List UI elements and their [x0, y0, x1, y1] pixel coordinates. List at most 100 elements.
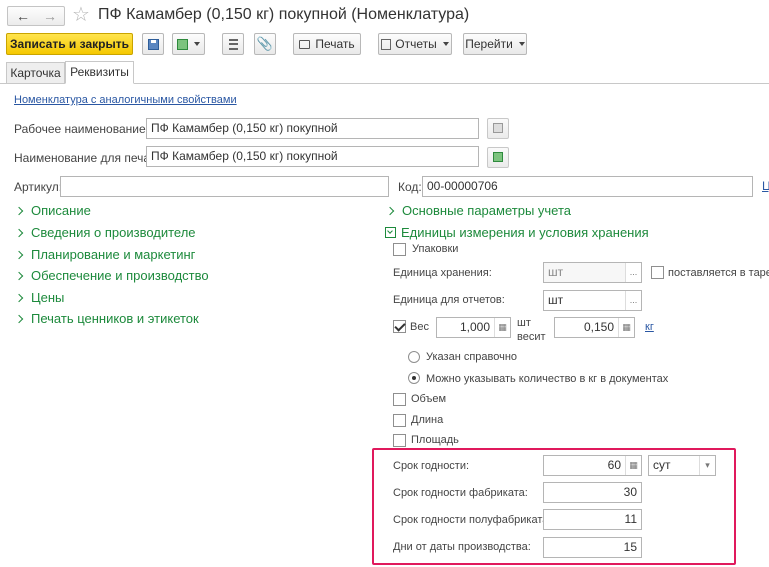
chevron-right-icon [385, 206, 395, 215]
create-based-on-button[interactable] [172, 33, 205, 55]
group-price-tags[interactable]: Печать ценников и этикеток [14, 311, 199, 326]
print-name-field[interactable]: ПФ Камамбер (0,150 кг) покупной [146, 146, 479, 167]
factory-shelf-life-field[interactable]: 30 [543, 482, 642, 503]
radio-reference-label: Указан справочно [426, 351, 518, 363]
report-unit-field[interactable]: шт ... [543, 290, 642, 311]
printer-icon [299, 39, 311, 49]
work-name-copy-button[interactable] [487, 118, 509, 139]
storage-unit-label: Единица хранения: [393, 267, 492, 279]
tab-requisites-label: Реквизиты [70, 65, 129, 79]
floppy-icon [147, 38, 159, 50]
area-checkbox[interactable] [393, 434, 406, 447]
group-description[interactable]: Описание [14, 203, 91, 218]
goto-button[interactable]: Перейти [463, 33, 527, 55]
group-main-params-label: Основные параметры учета [402, 203, 572, 218]
group-planning[interactable]: Планирование и маркетинг [14, 247, 195, 262]
shelf-life-field[interactable]: 60 ▦ [543, 455, 642, 476]
back-arrow-icon[interactable]: ← [11, 8, 35, 24]
back-forward-group: ← → [7, 6, 65, 26]
code-field[interactable]: 00-00000706 [422, 176, 753, 197]
chevron-right-icon [14, 228, 24, 237]
group-units-storage-label: Единицы измерения и условия хранения [401, 225, 649, 240]
save-button[interactable] [142, 33, 164, 55]
reports-button[interactable]: Отчеты [378, 33, 452, 55]
copy-gray-icon [493, 123, 503, 133]
save-and-close-button[interactable]: Записать и закрыть [6, 33, 133, 55]
chevron-right-icon [14, 271, 24, 280]
volume-label: Объем [411, 393, 447, 405]
supplied-in-tare-checkbox[interactable] [651, 266, 664, 279]
ellipsis-icon[interactable]: ... [625, 291, 641, 310]
work-name-field[interactable]: ПФ Камамбер (0,150 кг) покупной [146, 118, 479, 139]
storage-unit-value: шт [548, 265, 564, 279]
weight-unit-link[interactable]: кг [645, 321, 654, 333]
code-label: Код: [398, 180, 422, 194]
area-label: Площадь [411, 434, 459, 446]
group-units-storage[interactable]: Единицы измерения и условия хранения [385, 225, 649, 240]
radio-allow-kg-label: Можно указывать количество в кг в докуме… [426, 373, 669, 385]
weight-label: Вес [410, 321, 429, 333]
group-prices-label: Цены [31, 290, 65, 305]
shelf-life-value: 60 [607, 458, 621, 472]
article-label: Артикул: [14, 180, 63, 194]
chevron-right-icon [14, 250, 24, 259]
weight-field[interactable]: 1,000 ▦ [436, 317, 511, 338]
goto-label: Перейти [465, 37, 513, 51]
group-description-label: Описание [31, 203, 91, 218]
storage-unit-field[interactable]: шт ... [543, 262, 642, 283]
per-unit-line2: весит [517, 331, 546, 343]
group-manufacturer-label: Сведения о производителе [31, 225, 196, 240]
green-docs-icon [177, 38, 188, 50]
days-from-production-field[interactable]: 15 [543, 537, 642, 558]
ellipsis-icon[interactable]: ... [625, 263, 641, 282]
weight-value: 1,000 [459, 320, 490, 334]
days-from-production-label: Дни от даты производства: [393, 541, 531, 553]
group-supply-label: Обеспечение и производство [31, 268, 209, 283]
semi-shelf-life-label: Срок годности полуфабриката: [393, 514, 552, 526]
group-supply[interactable]: Обеспечение и производство [14, 268, 209, 283]
tab-card[interactable]: Карточка [6, 62, 65, 83]
code-history-link[interactable]: Ц [762, 179, 769, 193]
shelf-life-unit-select[interactable]: сут ▾ [648, 455, 716, 476]
packaging-label: Упаковки [412, 243, 459, 255]
length-checkbox[interactable] [393, 414, 406, 427]
report-unit-label: Единица для отчетов: [393, 294, 505, 306]
packaging-checkbox[interactable] [393, 243, 406, 256]
copy-green-icon [493, 152, 503, 162]
forward-arrow-icon[interactable]: → [38, 8, 62, 24]
group-planning-label: Планирование и маркетинг [31, 247, 196, 262]
shelf-life-label: Срок годности: [393, 460, 470, 472]
calculator-icon[interactable]: ▦ [494, 318, 510, 337]
report-unit-value: шт [548, 293, 564, 307]
radio-allow-kg[interactable] [408, 372, 420, 384]
group-prices[interactable]: Цены [14, 290, 64, 305]
semi-shelf-life-field[interactable]: 11 [543, 509, 642, 530]
weight-per-value: 0,150 [583, 320, 614, 334]
length-label: Длина [411, 414, 444, 426]
weight-per-field[interactable]: 0,150 ▦ [554, 317, 635, 338]
article-field[interactable] [60, 176, 389, 197]
chevron-down-icon [385, 227, 396, 238]
group-manufacturer[interactable]: Сведения о производителе [14, 225, 196, 240]
similar-properties-link[interactable]: Номенклатура с аналогичными свойствами [14, 94, 237, 106]
print-name-copy-button[interactable] [487, 147, 509, 168]
list-button[interactable] [222, 33, 244, 55]
calculator-icon[interactable]: ▦ [625, 456, 641, 475]
print-label: Печать [315, 37, 355, 51]
volume-checkbox[interactable] [393, 393, 406, 406]
radio-reference[interactable] [408, 351, 420, 363]
report-icon [381, 38, 392, 50]
tab-requisites[interactable]: Реквизиты [65, 61, 134, 84]
factory-shelf-life-label: Срок годности фабриката: [393, 487, 528, 499]
paperclip-icon: 📎 [256, 36, 274, 51]
window-title: ПФ Камамбер (0,150 кг) покупной (Номенкл… [98, 6, 470, 23]
favorite-star-icon[interactable]: ☆ [72, 2, 90, 27]
weight-checkbox[interactable] [393, 320, 406, 333]
shelf-life-unit-value: сут [653, 458, 671, 472]
dropdown-arrow-icon[interactable]: ▾ [699, 456, 715, 475]
group-main-params[interactable]: Основные параметры учета [385, 203, 571, 218]
list-icon [228, 38, 238, 50]
calculator-icon[interactable]: ▦ [618, 318, 634, 337]
attach-button[interactable]: 📎 [254, 33, 276, 55]
print-button[interactable]: Печать [293, 33, 361, 55]
